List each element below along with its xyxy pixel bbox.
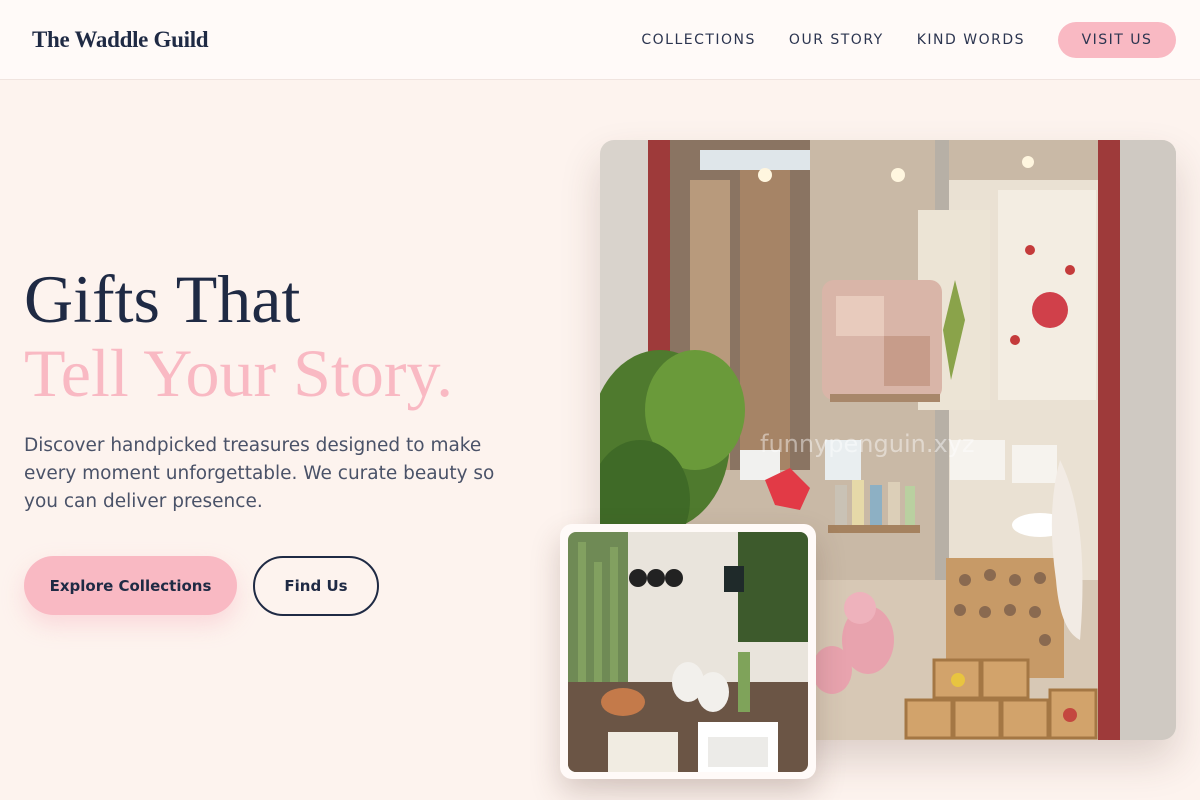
detail-illustration xyxy=(568,532,808,772)
explore-collections-button[interactable]: Explore Collections xyxy=(24,556,237,615)
nav-link-collections[interactable]: COLLECTIONS xyxy=(641,32,756,48)
hero-description: Discover handpicked treasures designed t… xyxy=(24,435,495,512)
hero-title: Gifts That Tell Your Story. xyxy=(24,262,453,410)
hero-title-line1: Gifts That xyxy=(24,261,301,337)
site-header: The Waddle Guild COLLECTIONS OUR STORY K… xyxy=(0,0,1200,80)
main-nav: COLLECTIONS OUR STORY KIND WORDS VISIT U… xyxy=(608,21,1176,58)
brand-logo[interactable]: The Waddle Guild xyxy=(32,27,209,53)
nav-link-kind-words[interactable]: KIND WORDS xyxy=(917,32,1025,48)
find-us-button[interactable]: Find Us xyxy=(253,556,379,616)
visit-us-button[interactable]: VISIT US xyxy=(1058,21,1176,58)
detail-image xyxy=(568,532,808,772)
hero-title-line2: Tell Your Story. xyxy=(24,335,454,411)
storefront-watermark: funnypenguin.xyz xyxy=(760,430,974,458)
detail-photo-card xyxy=(560,524,816,779)
nav-link-our-story[interactable]: OUR STORY xyxy=(789,32,884,48)
